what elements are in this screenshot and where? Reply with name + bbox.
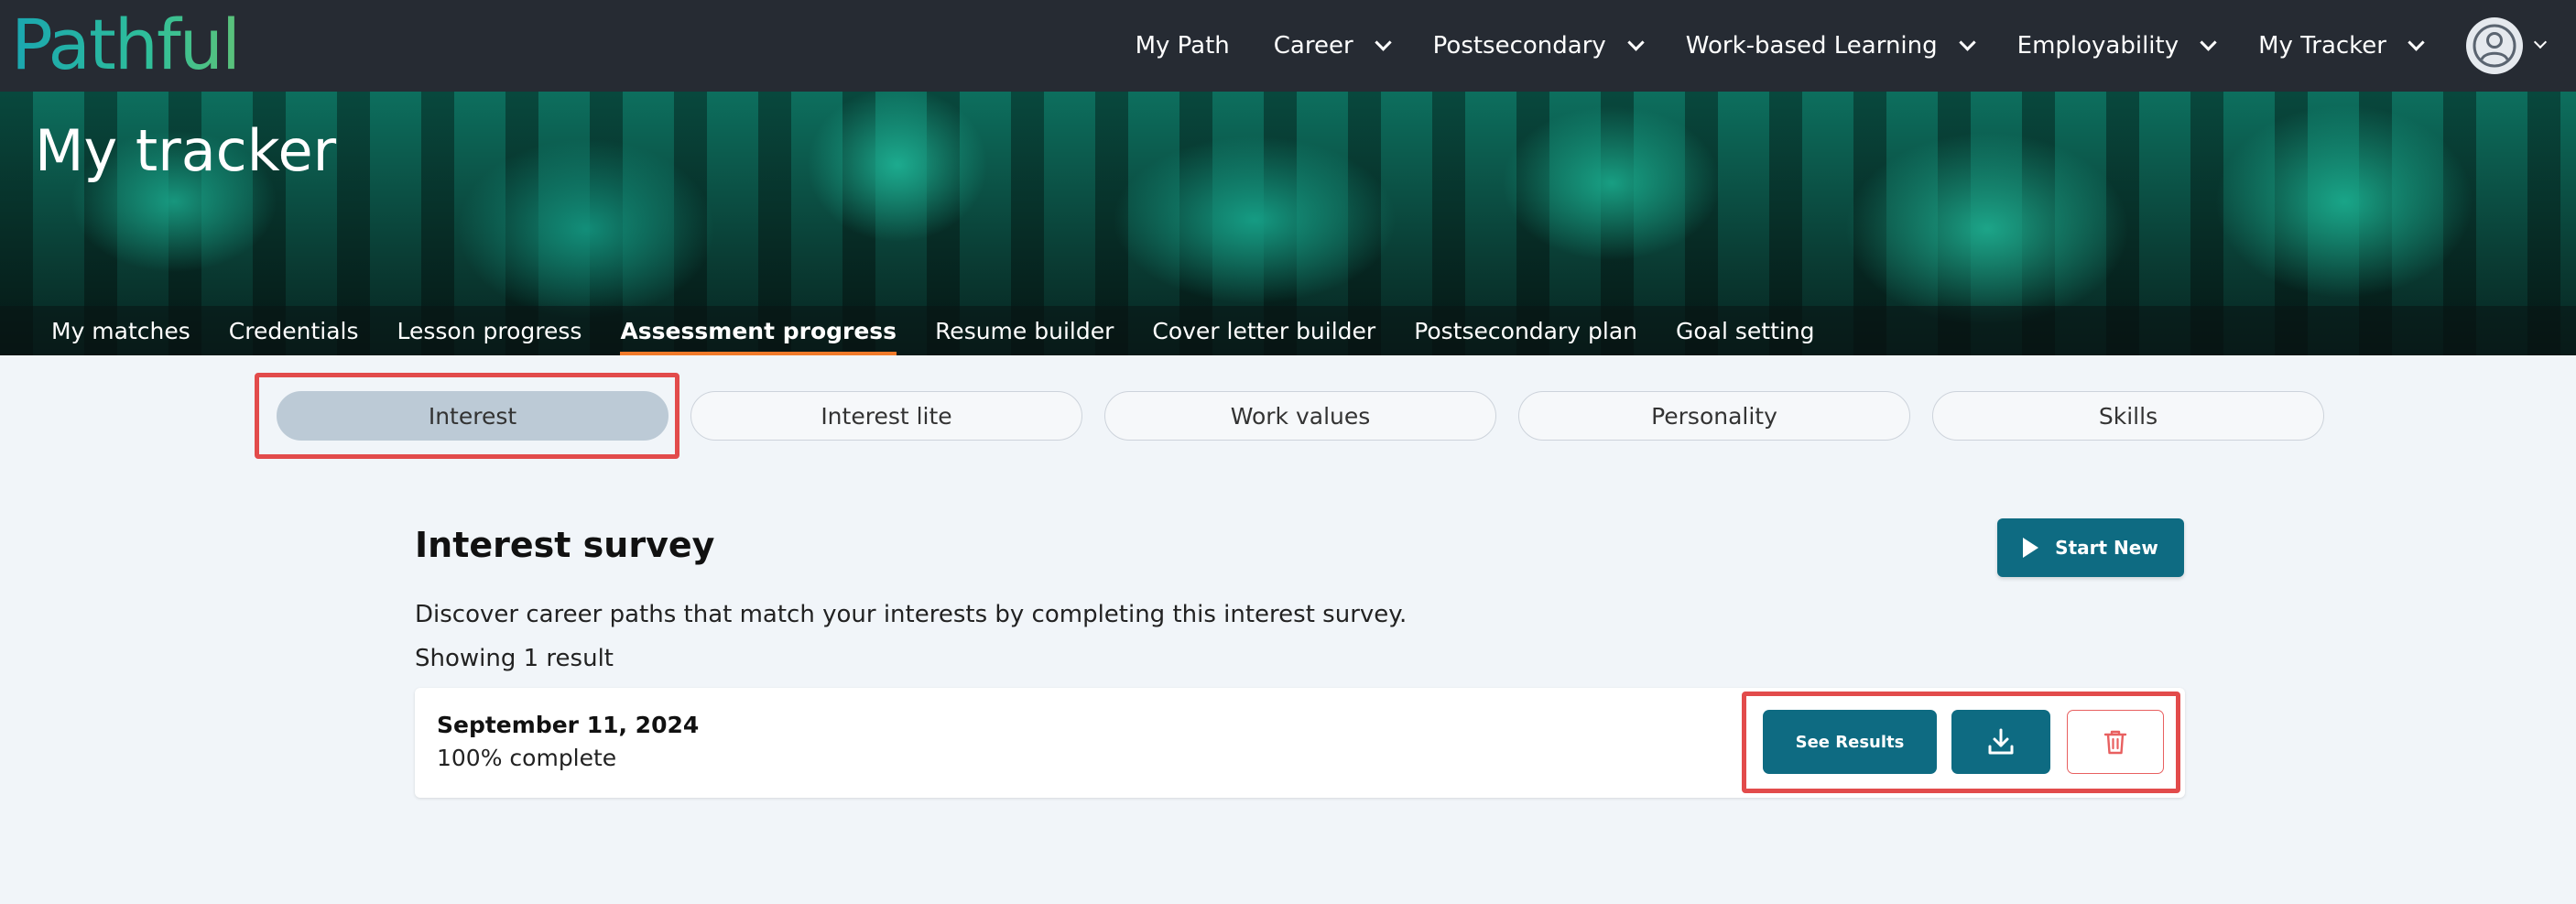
section-title: Interest survey (415, 525, 715, 565)
play-icon (2023, 538, 2039, 558)
tab-lesson-progress[interactable]: Lesson progress (397, 306, 582, 355)
result-status: 100% complete (437, 745, 617, 771)
chevron-down-icon (1627, 33, 1645, 51)
nav-item-employability[interactable]: Employability (2016, 32, 2217, 60)
pill-work-values[interactable]: Work values (1104, 391, 1496, 441)
tab-goal-setting[interactable]: Goal setting (1676, 306, 1815, 355)
nav-item-label: My Path (1135, 32, 1230, 60)
start-new-button[interactable]: Start New (1997, 518, 2184, 577)
delete-button[interactable] (2067, 710, 2164, 774)
tab-postsecondary-plan[interactable]: Postsecondary plan (1414, 306, 1637, 355)
user-menu[interactable] (2466, 17, 2548, 74)
tab-my-matches[interactable]: My matches (51, 306, 190, 355)
nav-item-label: Work-based Learning (1685, 32, 1938, 60)
chevron-down-icon (2200, 33, 2217, 51)
chevron-down-icon (1958, 33, 1976, 51)
result-date: September 11, 2024 (437, 712, 700, 738)
nav-item-career[interactable]: Career (1273, 32, 1392, 60)
nav-item-my-path[interactable]: My Path (1136, 32, 1230, 60)
result-count: Showing 1 result (415, 645, 614, 672)
top-navigation-bar: Pathful My Path Career Postsecondary Wor… (0, 0, 2576, 92)
trash-icon (2103, 730, 2127, 755)
nav-item-label: Career (1273, 32, 1353, 60)
user-circle-icon (2466, 17, 2523, 74)
chevron-down-icon (2408, 33, 2425, 51)
chevron-down-icon (2533, 35, 2548, 49)
page-banner: My tracker My matches Credentials Lesson… (0, 92, 2576, 355)
assessment-type-selector: Interest Interest lite Work values Perso… (277, 391, 2346, 441)
section-description: Discover career paths that match your in… (415, 601, 1408, 628)
tab-credentials[interactable]: Credentials (229, 306, 359, 355)
chevron-down-icon (1374, 33, 1392, 51)
pathful-logo[interactable]: Pathful (11, 2, 241, 86)
logo-text: Pathful (11, 3, 241, 85)
page-title: My tracker (35, 117, 337, 184)
download-button[interactable] (1951, 710, 2050, 774)
start-new-label: Start New (2055, 537, 2158, 559)
tracker-tabs: My matches Credentials Lesson progress A… (0, 306, 2576, 355)
pill-interest-lite[interactable]: Interest lite (690, 391, 1082, 441)
nav-item-work-based-learning[interactable]: Work-based Learning (1685, 32, 1976, 60)
nav-item-postsecondary[interactable]: Postsecondary (1432, 32, 1645, 60)
pill-skills[interactable]: Skills (1932, 391, 2324, 441)
pill-personality[interactable]: Personality (1518, 391, 1910, 441)
nav-item-label: My Tracker (2258, 32, 2386, 60)
see-results-button[interactable]: See Results (1763, 710, 1937, 774)
nav-item-label: Postsecondary (1432, 32, 1606, 60)
tab-cover-letter-builder[interactable]: Cover letter builder (1152, 306, 1375, 355)
nav-item-label: Employability (2016, 32, 2179, 60)
tab-assessment-progress[interactable]: Assessment progress (620, 306, 897, 355)
pill-interest[interactable]: Interest (277, 391, 668, 441)
main-nav: My Path Career Postsecondary Work-based … (1136, 0, 2576, 92)
tab-resume-builder[interactable]: Resume builder (935, 306, 1114, 355)
download-icon (1988, 728, 2014, 755)
nav-item-my-tracker[interactable]: My Tracker (2258, 32, 2425, 60)
